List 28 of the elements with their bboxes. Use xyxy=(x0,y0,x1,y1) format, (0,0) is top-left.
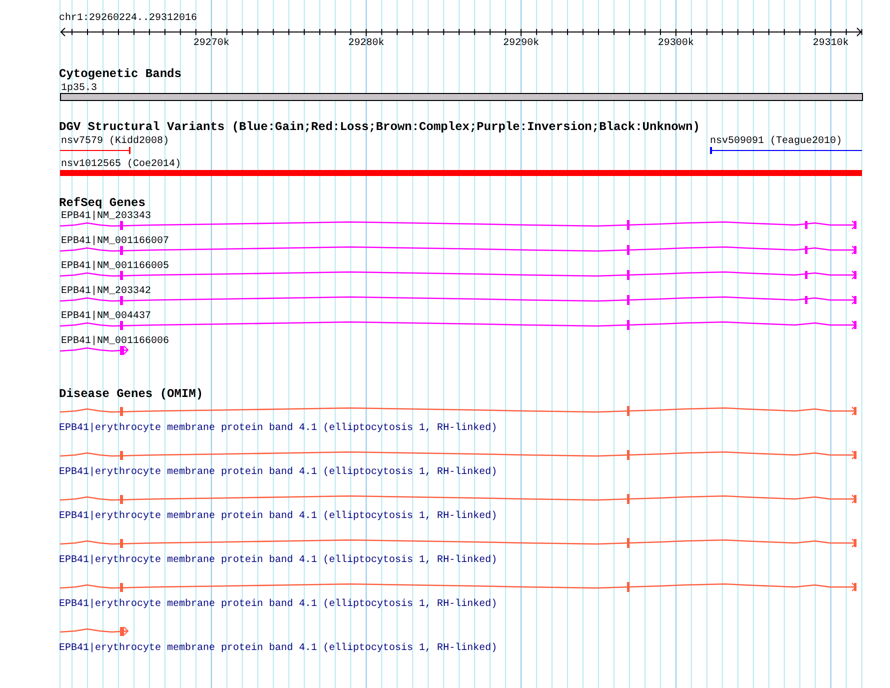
transcript-label: EPB41|NM_001166005 xyxy=(61,261,170,272)
tick-label: 29310k xyxy=(812,38,849,49)
disease-gene-label: EPB41|erythrocyte membrane protein band 4.1 (elliptocytosis 1, RH-linked) xyxy=(59,511,498,523)
track-title: DGV Structural Variants (Blue:Gain;Red:Loss;Brown:Complex;Purple:Inversion;Black:Unknown) xyxy=(59,121,701,134)
transcript-label: EPB41|NM_001166006 xyxy=(61,336,170,347)
disease-gene-label: EPB41|erythrocyte membrane protein band 4.1 (elliptocytosis 1, RH-linked) xyxy=(59,467,498,479)
tick-label: 29300k xyxy=(658,38,694,49)
disease-gene-label: EPB41|erythrocyte membrane protein band 4.1 (elliptocytosis 1, RH-linked) xyxy=(59,643,498,655)
variant-label: nsv509091 (Teague2010) xyxy=(710,136,842,147)
tick-label: 29280k xyxy=(348,38,384,49)
transcript-label: EPB41|NM_001166007 xyxy=(61,236,170,247)
variant-label: nsv7579 (Kidd2008) xyxy=(61,136,170,147)
transcript-label: EPB41|NM_203343 xyxy=(61,211,152,222)
tick-label: 29270k xyxy=(193,38,230,49)
disease-gene-label: EPB41|erythrocyte membrane protein band 4.1 (elliptocytosis 1, RH-linked) xyxy=(59,423,498,435)
transcript-label: EPB41|NM_203342 xyxy=(61,286,152,297)
variant-label: nsv1012565 (Coe2014) xyxy=(61,159,182,170)
track-title: Cytogenetic Bands xyxy=(59,68,182,81)
gene-model-drawing xyxy=(60,626,129,636)
disease-gene-label: EPB41|erythrocyte membrane protein band 4.1 (elliptocytosis 1, RH-linked) xyxy=(59,555,498,567)
location-label: chr1:29260224..29312016 xyxy=(59,13,198,25)
track-title: Disease Genes (OMIM) xyxy=(59,388,204,401)
band-label: 1p35.3 xyxy=(61,83,98,94)
gene-model-drawing xyxy=(60,346,129,355)
tick-label: 29290k xyxy=(503,38,540,49)
transcript-label: EPB41|NM_004437 xyxy=(61,311,152,322)
track-title: RefSeq Genes xyxy=(59,197,146,210)
disease-gene-label: EPB41|erythrocyte membrane protein band 4.1 (elliptocytosis 1, RH-linked) xyxy=(59,599,498,611)
